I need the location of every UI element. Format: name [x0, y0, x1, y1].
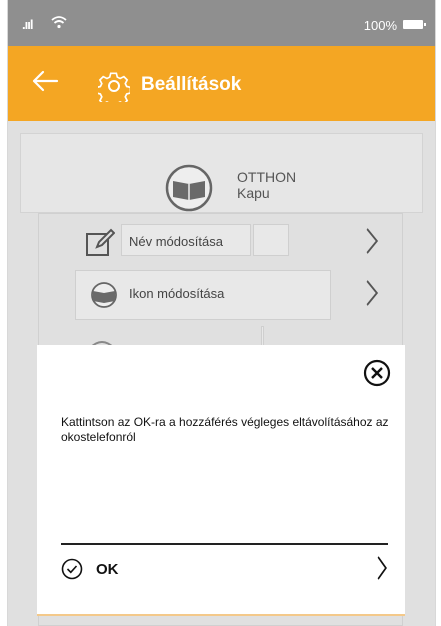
arrow-left-icon[interactable] — [30, 66, 60, 102]
battery-icon — [403, 20, 426, 29]
confirm-dialog: Kattintson az OK-ra a hozzáférés véglege… — [37, 345, 405, 615]
ok-label: OK — [96, 561, 119, 578]
wifi-icon — [51, 15, 67, 32]
close-circle-icon[interactable] — [363, 359, 391, 387]
dialog-message: Kattintson az OK-ra a hozzáférés véglege… — [61, 415, 389, 444]
gear-icon — [95, 70, 132, 109]
ok-button[interactable]: OK — [61, 552, 391, 586]
menu-item-change-icon[interactable]: Ikon módosítása — [39, 270, 404, 320]
signal-icon: .ııl — [22, 17, 33, 32]
app-header: Beállítások — [8, 46, 435, 121]
device-name: OTTHON — [237, 169, 297, 185]
menu-item-label: Név módosítása — [129, 234, 223, 249]
status-bar: .ııl 100% — [8, 0, 435, 46]
menu-item-label: Ikon módosítása — [129, 286, 225, 301]
gate-icon — [165, 164, 227, 212]
menu-item-rename[interactable]: Név módosítása — [39, 218, 404, 268]
dialog-divider — [61, 543, 388, 545]
device-card: OTTHON Kapu — [20, 133, 423, 213]
gate-icon — [87, 282, 121, 313]
chevron-right-icon — [365, 278, 379, 314]
chevron-right-icon — [376, 554, 388, 589]
phone-screen: .ııl 100% Beállítások OTTHON Kapu Név mó… — [7, 0, 436, 626]
check-circle-icon — [61, 558, 83, 580]
page-title: Beállítások — [141, 74, 242, 95]
chevron-right-icon — [365, 226, 379, 262]
rename-aux-box — [253, 224, 289, 256]
battery-percentage: 100% — [363, 18, 397, 33]
edit-icon — [85, 228, 116, 263]
device-subtitle: Kapu — [237, 185, 270, 201]
accent-line — [37, 614, 405, 616]
